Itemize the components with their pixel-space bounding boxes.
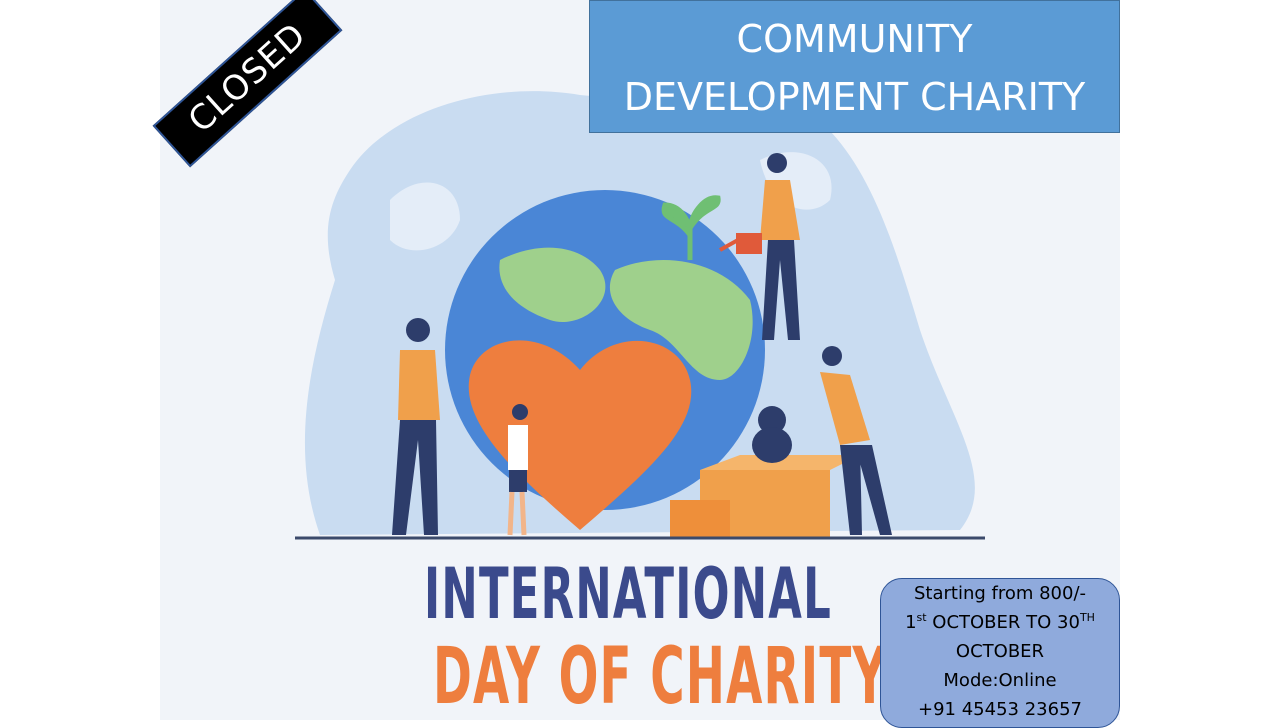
person-body [508,425,528,470]
person-legs [509,470,527,492]
start-day: 1 [905,612,917,633]
person-head [406,318,430,342]
mode-text: Mode:Online [943,670,1057,691]
person-head [767,153,787,173]
person-body [398,350,440,420]
dates-middle: OCTOBER TO 30 [926,612,1080,633]
title-banner: COMMUNITY DEVELOPMENT CHARITY [589,0,1120,133]
person-head [512,404,528,420]
dates-line: 1st OCTOBER TO 30TH [881,608,1119,637]
dates-line-2: OCTOBER [955,641,1045,662]
event-info-box: Starting from 800/- 1st OCTOBER TO 30TH … [880,578,1120,728]
price-text: Starting from 800/- [913,583,1087,604]
donation-box-icon [670,500,730,538]
start-day-suffix: st [916,611,927,624]
person-head [822,346,842,366]
slide-canvas: INTERNATIONAL DAY OF CHARITY COMMUNITY D… [0,0,1280,728]
end-day-suffix: TH [1079,611,1095,624]
banner-line-2: DEVELOPMENT CHARITY [623,75,1086,119]
hero-title-day-of-charity: DAY OF CHARITY [433,632,888,722]
hero-title-international: INTERNATIONAL [424,553,833,635]
banner-line-1: COMMUNITY [736,17,973,61]
teddy-bear-body [752,427,792,463]
